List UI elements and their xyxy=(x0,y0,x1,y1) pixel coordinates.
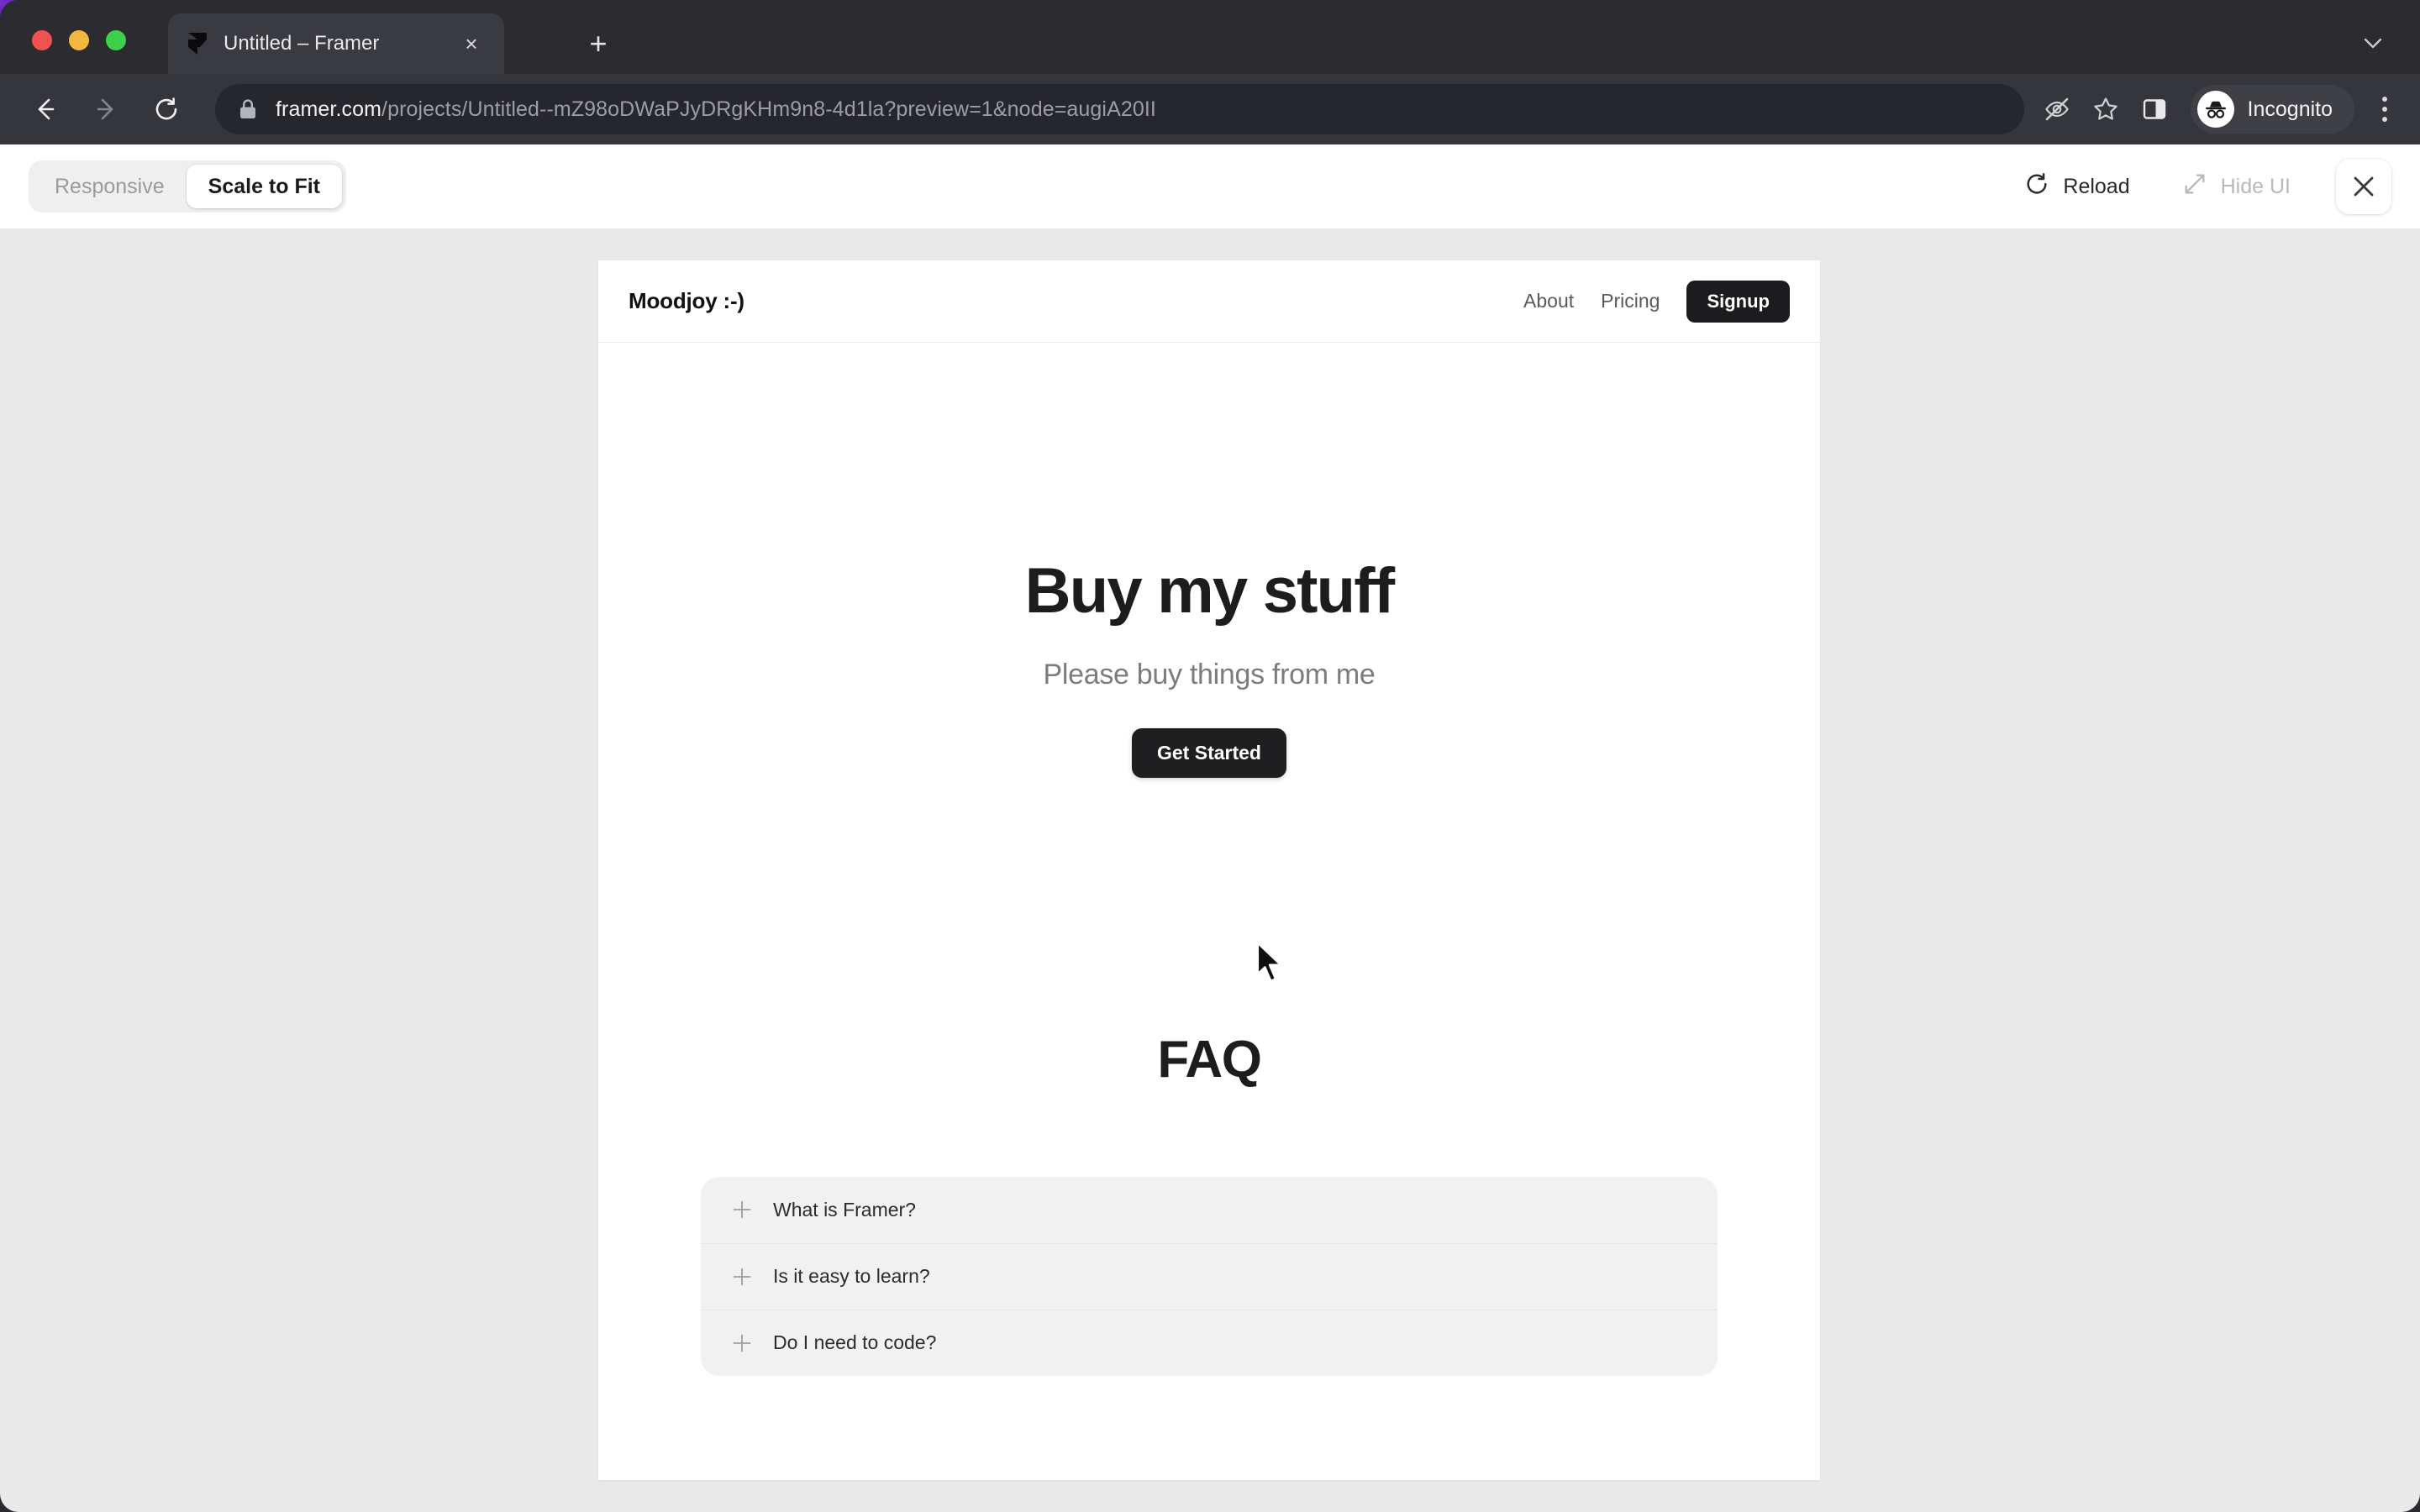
segment-scale-to-fit[interactable]: Scale to Fit xyxy=(186,165,343,208)
reload-icon[interactable] xyxy=(143,86,190,133)
minimize-window-button[interactable] xyxy=(69,30,89,50)
site-logo[interactable]: Moodjoy :-) xyxy=(629,288,744,314)
reload-preview-label: Reload xyxy=(2063,174,2130,198)
omnibox-actions: Incognito xyxy=(2033,85,2420,134)
maximize-window-button[interactable] xyxy=(106,30,126,50)
side-panel-icon[interactable] xyxy=(2130,85,2179,134)
faq-question: What is Framer? xyxy=(773,1198,916,1221)
reload-preview-button[interactable]: Reload xyxy=(2002,160,2151,213)
star-icon[interactable] xyxy=(2081,85,2130,134)
framer-logo-icon xyxy=(187,33,208,55)
close-tab-button[interactable]: × xyxy=(457,29,486,58)
hero-subtitle: Please buy things from me xyxy=(1043,658,1376,690)
close-window-button[interactable] xyxy=(32,30,52,50)
faq-item[interactable]: What is Framer? xyxy=(701,1177,1718,1243)
segment-responsive[interactable]: Responsive xyxy=(33,165,187,208)
plus-icon xyxy=(728,1195,756,1224)
faq-question: Do I need to code? xyxy=(773,1331,937,1354)
browser-tab-strip: Untitled – Framer × + xyxy=(0,0,2420,74)
url-path: /projects/Untitled--mZ98oDWaPJyDRgKHm9n8… xyxy=(381,97,1156,121)
hero-title: Buy my stuff xyxy=(1024,555,1395,627)
plus-icon xyxy=(728,1263,756,1291)
close-preview-button[interactable] xyxy=(2336,159,2391,214)
lock-icon xyxy=(239,98,257,120)
profile-incognito-chip[interactable]: Incognito xyxy=(2190,85,2354,134)
nav-link-about[interactable]: About xyxy=(1523,290,1574,312)
eye-off-icon[interactable] xyxy=(2033,85,2081,134)
preview-toolbar-actions: Reload Hide UI xyxy=(2002,159,2391,214)
expand-arrow-icon xyxy=(2182,171,2207,202)
preview-mode-segmented-control: Responsive Scale to Fit xyxy=(29,160,347,213)
window-traffic-lights xyxy=(32,30,126,50)
browser-window: Untitled – Framer × + framer.com/project… xyxy=(0,0,2420,1512)
faq-title: FAQ xyxy=(1157,1030,1262,1089)
hide-ui-button[interactable]: Hide UI xyxy=(2160,160,2312,213)
reload-icon xyxy=(2024,171,2049,202)
nav-link-pricing[interactable]: Pricing xyxy=(1601,290,1660,312)
get-started-button[interactable]: Get Started xyxy=(1132,727,1286,778)
hero-section: Buy my stuff Please buy things from me G… xyxy=(598,343,1820,778)
faq-item[interactable]: Is it easy to learn? xyxy=(701,1242,1718,1310)
preview-canvas: Moodjoy :-) About Pricing Signup Buy my … xyxy=(0,228,2420,1512)
faq-section: FAQ What is Framer? Is it easy to learn?… xyxy=(598,1030,1820,1376)
forward-arrow-icon[interactable] xyxy=(82,86,129,133)
hero-cta-container: Get Started xyxy=(598,727,1820,778)
site-nav-links: About Pricing Signup xyxy=(1523,280,1790,323)
tab-list-chevron-down-icon[interactable] xyxy=(2354,25,2391,62)
url-text: framer.com/projects/Untitled--mZ98oDWaPJ… xyxy=(276,97,1156,122)
faq-item[interactable]: Do I need to code? xyxy=(701,1309,1718,1376)
signup-button[interactable]: Signup xyxy=(1686,280,1790,323)
profile-name: Incognito xyxy=(2247,97,2333,121)
website-preview-frame: Moodjoy :-) About Pricing Signup Buy my … xyxy=(598,260,1820,1480)
faq-question: Is it easy to learn? xyxy=(773,1265,930,1288)
new-tab-button[interactable]: + xyxy=(580,25,617,62)
url-input[interactable]: framer.com/projects/Untitled--mZ98oDWaPJ… xyxy=(215,84,2024,134)
site-navbar: Moodjoy :-) About Pricing Signup xyxy=(598,260,1820,343)
kebab-menu-icon[interactable] xyxy=(2363,85,2407,134)
faq-accordion: What is Framer? Is it easy to learn? Do … xyxy=(701,1176,1718,1376)
hide-ui-label: Hide UI xyxy=(2220,174,2291,198)
incognito-icon xyxy=(2196,91,2234,128)
plus-icon xyxy=(728,1329,756,1357)
framer-preview-toolbar: Responsive Scale to Fit Reload Hide UI xyxy=(0,144,2420,228)
browser-tab[interactable]: Untitled – Framer × xyxy=(168,13,504,74)
browser-omnibox-bar: framer.com/projects/Untitled--mZ98oDWaPJ… xyxy=(0,74,2420,144)
browser-tab-title: Untitled – Framer xyxy=(224,32,380,55)
url-host: framer.com xyxy=(276,97,382,121)
back-arrow-icon[interactable] xyxy=(22,86,69,133)
